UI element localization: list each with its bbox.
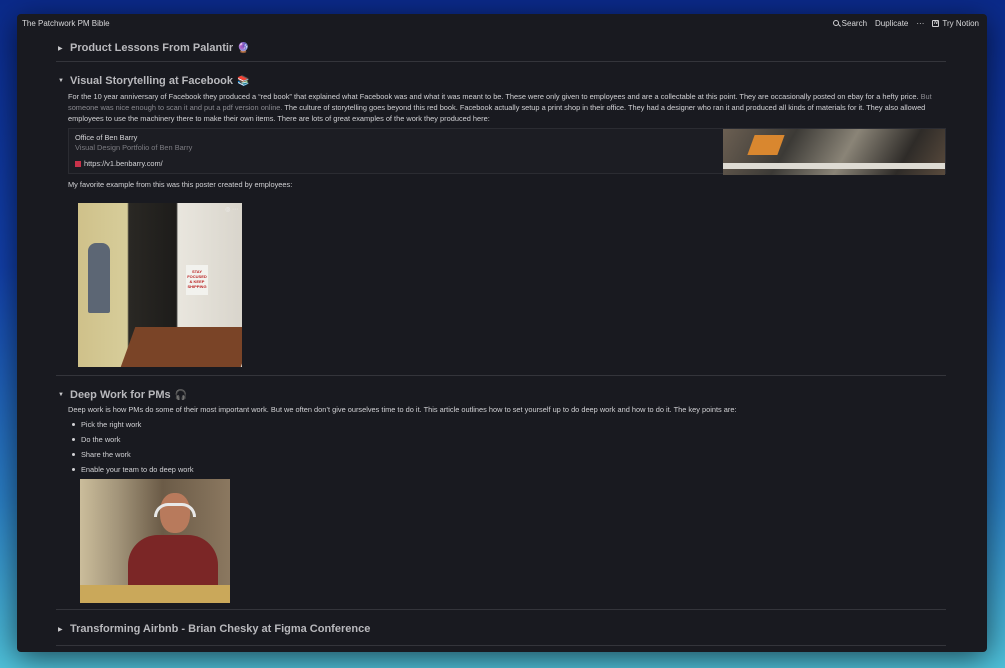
topbar: The Patchwork PM Bible Search Duplicate …: [17, 14, 987, 32]
list-item-text: Pick the right work: [81, 419, 142, 429]
notion-window: The Patchwork PM Bible Search Duplicate …: [17, 14, 987, 652]
thumbnail-screen: [747, 135, 785, 156]
search-icon: [832, 20, 839, 26]
toggle-heading-facebook[interactable]: ▼ Visual Storytelling at Facebook 📚: [56, 70, 946, 92]
bookmark-card[interactable]: Office of Ben Barry Visual Design Portfo…: [68, 128, 946, 176]
headphones-icon: 🎧: [174, 389, 188, 401]
search-label: Search: [841, 18, 868, 28]
paragraph-deep-work: Deep work is how PMs do some of their mo…: [68, 405, 737, 414]
poster-gif-image[interactable]: STAY FOCUSED & KEEP SHIPPING ◎ ⋯: [78, 203, 242, 368]
section-title: Deep Work for PMs: [70, 389, 171, 401]
bullet-icon: [72, 467, 75, 471]
headphones-gif-image[interactable]: [80, 478, 230, 603]
bullet-icon: [72, 437, 75, 441]
books-icon: 📚: [237, 75, 250, 87]
bookmark-url: https://v1.benbarry.com/: [75, 159, 192, 169]
image-tray: [80, 584, 230, 603]
try-notion-label: Try Notion: [942, 18, 979, 28]
expanded-toggle-icon[interactable]: ▼: [58, 392, 70, 398]
image-person: [88, 243, 110, 314]
bullet-icon: [72, 452, 75, 456]
section-title: Visual Storytelling at Facebook: [70, 75, 234, 87]
collapsed-toggle-icon[interactable]: ▶: [58, 45, 70, 52]
toggle-heading-airbnb[interactable]: ▶ Transforming Airbnb - Brian Chesky at …: [56, 616, 946, 642]
expanded-toggle-icon[interactable]: ▼: [58, 78, 70, 84]
bookmark-title: Office of Ben Barry: [75, 133, 138, 143]
image-table: [120, 327, 242, 368]
collapsed-toggle-icon[interactable]: ▶: [58, 626, 70, 633]
poster-sign: STAY FOCUSED & KEEP SHIPPING: [186, 265, 208, 296]
page-content: ▶ Product Lessons From Palantir 🔮 ▼ Visu…: [56, 32, 946, 646]
list-item-text: Share the work: [81, 449, 131, 459]
toggle-heading-deep-work[interactable]: ▼ Deep Work for PMs 🎧: [56, 385, 946, 405]
image-headphones: [154, 502, 196, 517]
text-segment: For the 10 year anniversary of Facebook …: [68, 92, 919, 101]
bookmark-url-text: https://v1.benbarry.com/: [84, 159, 163, 169]
paragraph-favorite: My favorite example from this was this p…: [68, 180, 293, 190]
list-item: Do the work: [68, 432, 946, 447]
paragraph-red-book: For the 10 year anniversary of Facebook …: [68, 92, 938, 124]
bullet-icon: [72, 422, 75, 426]
list-item-text: Do the work: [81, 434, 121, 444]
page-title: The Patchwork PM Bible: [22, 18, 110, 28]
duplicate-button[interactable]: Duplicate: [875, 19, 908, 28]
list-item: Enable your team to do deep work: [68, 462, 946, 477]
bullet-list: Pick the right work Do the work Share th…: [68, 417, 946, 477]
search-button[interactable]: Search: [832, 18, 868, 28]
toggle-section-facebook: ▼ Visual Storytelling at Facebook 📚 For …: [56, 62, 946, 376]
notion-logo-icon: N: [932, 19, 940, 27]
topbar-actions: Search Duplicate ··· N Try Notion: [832, 18, 979, 28]
bookmark-thumbnail: [723, 129, 945, 176]
try-notion-button[interactable]: N Try Notion: [932, 19, 979, 28]
toggle-section-airbnb: ▶ Transforming Airbnb - Brian Chesky at …: [56, 610, 946, 646]
more-button[interactable]: ···: [916, 19, 924, 28]
crystal-ball-icon: 🔮: [237, 42, 250, 54]
section-title: Product Lessons From Palantir: [70, 42, 234, 54]
toggle-section-deep-work: ▼ Deep Work for PMs 🎧 Deep work is how P…: [56, 376, 946, 610]
list-item-text: Enable your team to do deep work: [81, 464, 194, 474]
list-item: Pick the right work: [68, 417, 946, 432]
bookmark-text: Office of Ben Barry Visual Design Portfo…: [69, 129, 198, 173]
toggle-section-palantir: ▶ Product Lessons From Palantir 🔮: [56, 32, 946, 62]
favicon-icon: [75, 161, 81, 168]
bookmark-description: Visual Design Portfolio of Ben Barry: [75, 143, 193, 153]
image-options-icon[interactable]: ◎ ⋯: [225, 206, 238, 213]
toggle-heading-palantir[interactable]: ▶ Product Lessons From Palantir 🔮: [56, 35, 946, 61]
thumbnail-desk: [723, 163, 945, 170]
section-title: Transforming Airbnb - Brian Chesky at Fi…: [70, 623, 371, 635]
list-item: Share the work: [68, 447, 946, 462]
